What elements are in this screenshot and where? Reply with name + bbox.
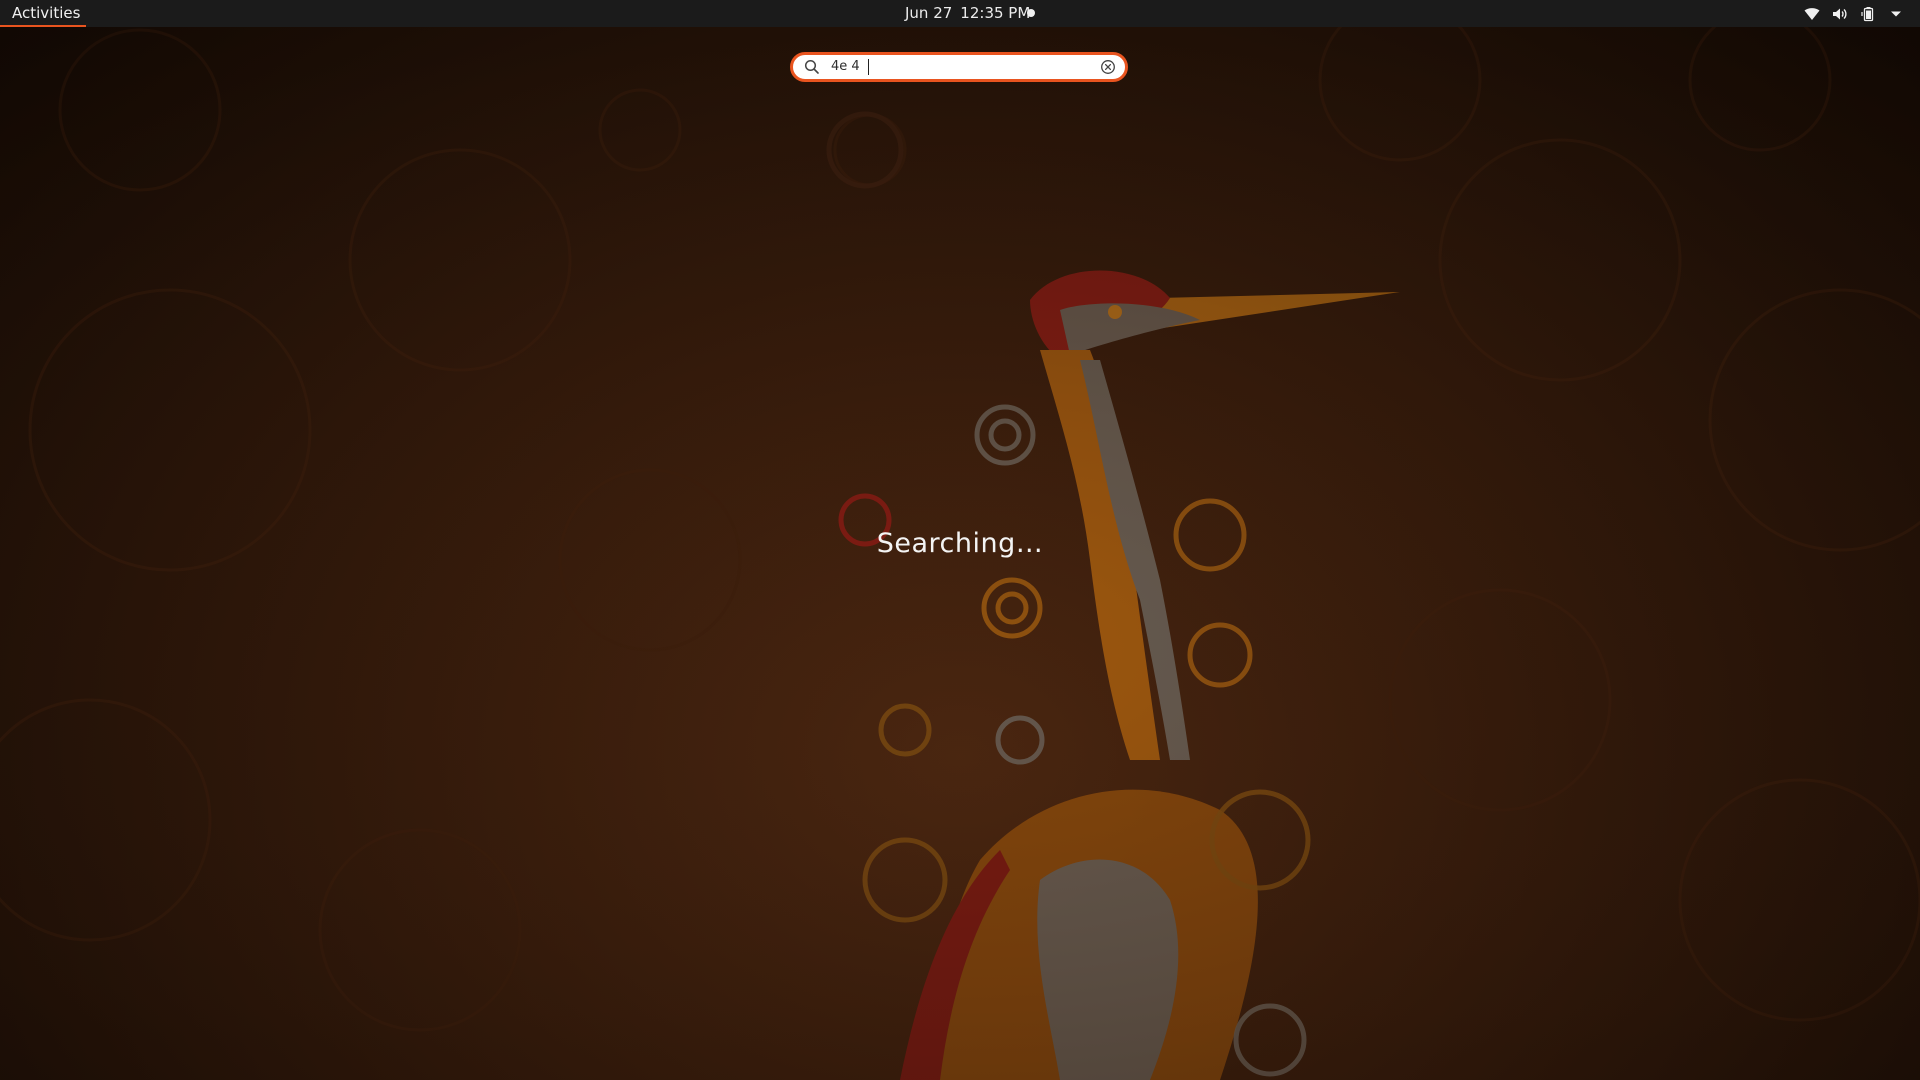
text-cursor [868,59,869,75]
date-time-button[interactable]: Jun 27 12:35 PM [905,0,1030,27]
top-bar: Activities Jun 27 12:35 PM [0,0,1920,27]
activities-button[interactable]: Activities [0,0,92,27]
searching-status-label: Searching… [876,528,1044,559]
search-icon [804,59,819,74]
time-label: 12:35 PM [960,4,1031,22]
activities-active-indicator [0,25,86,27]
battery-icon[interactable] [1860,6,1876,22]
search-box[interactable] [790,52,1128,82]
volume-icon[interactable] [1832,6,1848,22]
system-menu-chevron-icon[interactable] [1888,6,1904,22]
notification-dot-icon [1027,9,1035,17]
clear-search-icon[interactable] [1100,59,1116,75]
activities-label: Activities [12,4,81,22]
network-wifi-icon[interactable] [1804,6,1820,22]
system-tray[interactable] [1804,0,1904,27]
date-label: Jun 27 [905,4,953,22]
